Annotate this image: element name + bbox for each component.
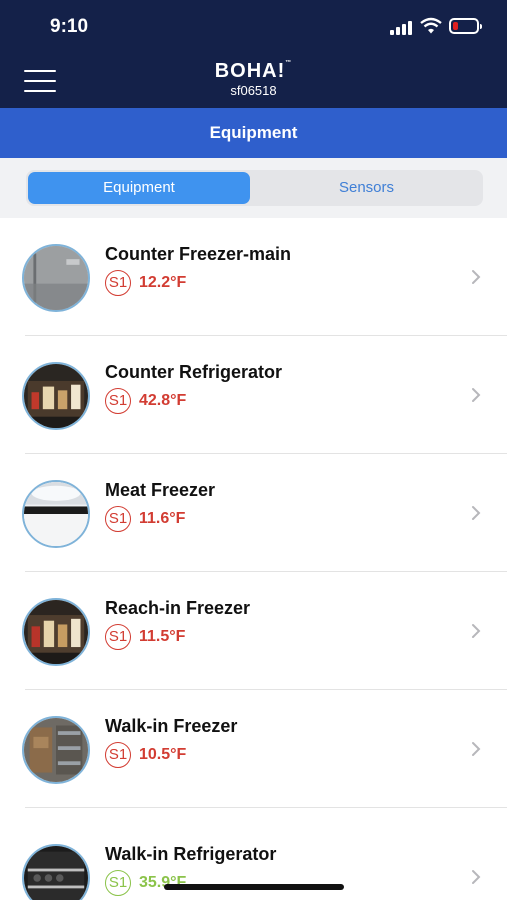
tab-sensors[interactable]: Sensors: [252, 172, 481, 204]
equipment-row[interactable]: Walk-in Freezer S1 10.5°F: [0, 690, 507, 808]
temperature-value: 12.2°F: [139, 274, 187, 291]
sensor-reading: S1 12.2°F: [105, 270, 186, 296]
tab-equipment[interactable]: Equipment: [28, 172, 250, 204]
equipment-photo: [22, 244, 90, 312]
equipment-photo: [22, 480, 90, 548]
equipment-name: Walk-in Freezer: [105, 716, 238, 736]
app-header: 9:10 BOHA!™ sf06518: [0, 0, 507, 108]
boha-logo: BOHA!™: [214, 60, 293, 82]
equipment-row[interactable]: Counter Freezer-main S1 12.2°F: [0, 218, 507, 336]
chevron-right-icon: [472, 624, 481, 638]
chevron-right-icon: [472, 742, 481, 756]
sensor-reading: S1 11.6°F: [105, 506, 185, 532]
temperature-value: 11.5°F: [139, 628, 186, 645]
battery-icon: [449, 18, 482, 34]
status-time: 9:10: [50, 16, 89, 37]
sensor-reading: S1 35.9°F: [105, 870, 186, 896]
equipment-name: Reach-in Freezer: [105, 598, 251, 618]
equipment-photo: [22, 598, 90, 666]
sensor-badge: S1: [105, 742, 131, 768]
chevron-right-icon: [472, 506, 481, 520]
chevron-right-icon: [472, 870, 481, 884]
temperature-value: 10.5°F: [139, 746, 187, 763]
sensor-badge: S1: [105, 624, 131, 650]
chevron-right-icon: [472, 270, 481, 284]
segmented-control: Equipment Sensors: [26, 170, 483, 206]
equipment-row[interactable]: Counter Refrigerator S1 42.8°F: [0, 336, 507, 454]
wifi-icon: [420, 17, 442, 34]
sensor-badge: S1: [105, 506, 131, 532]
equipment-photo: [22, 716, 90, 784]
equipment-row[interactable]: Reach-in Freezer S1 11.5°F: [0, 572, 507, 690]
sensor-reading: S1 10.5°F: [105, 742, 186, 768]
sensor-badge: S1: [105, 388, 131, 414]
temperature-value: 42.8°F: [139, 392, 187, 409]
site-id: sf06518: [230, 83, 277, 98]
equipment-photo: [22, 362, 90, 430]
equipment-name: Counter Freezer-main: [105, 244, 292, 264]
equipment-name: Counter Refrigerator: [105, 362, 283, 382]
sensor-reading: S1 11.5°F: [105, 624, 185, 650]
equipment-list: Counter Freezer-main S1 12.2°F Counter Refr…: [0, 218, 507, 900]
sensor-badge: S1: [105, 270, 131, 296]
sensor-badge: S1: [105, 870, 131, 896]
segmented-control-area: Equipment Sensors: [0, 158, 507, 218]
equipment-name: Meat Freezer: [105, 480, 216, 500]
equipment-name: Walk-in Refrigerator: [105, 844, 277, 864]
sensor-reading: S1 42.8°F: [105, 388, 186, 414]
home-indicator: [164, 884, 344, 890]
chevron-right-icon: [472, 388, 481, 402]
equipment-photo: [22, 844, 90, 900]
equipment-row[interactable]: Meat Freezer S1 11.6°F: [0, 454, 507, 572]
page-title: Equipment: [0, 108, 507, 158]
cellular-signal-icon: [390, 20, 412, 35]
temperature-value: 11.6°F: [139, 510, 186, 527]
